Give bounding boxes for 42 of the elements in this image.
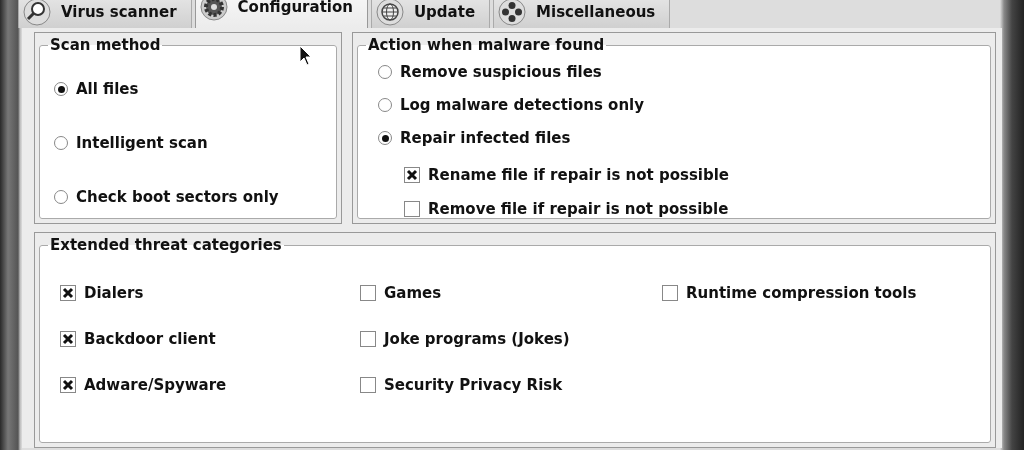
radio-button[interactable]: [54, 136, 68, 150]
checkbox[interactable]: [404, 167, 420, 183]
group-title: Scan method: [49, 36, 162, 54]
checkbox[interactable]: [360, 285, 376, 301]
tab[interactable]: Virus scanner: [18, 0, 192, 28]
tab[interactable]: Miscellaneous: [493, 0, 671, 28]
radio-button[interactable]: [378, 65, 392, 79]
option-label: Intelligent scan: [76, 134, 208, 152]
checkbox[interactable]: [662, 285, 678, 301]
checkbox[interactable]: [60, 377, 76, 393]
radio-button[interactable]: [54, 190, 68, 204]
checkbox[interactable]: [60, 285, 76, 301]
cluster-icon: [498, 0, 527, 26]
gear-icon: [199, 0, 228, 21]
option-label: Joke programs (Jokes): [384, 330, 570, 348]
option-label: Check boot sectors only: [76, 188, 279, 206]
option-label: Remove suspicious files: [400, 63, 602, 81]
option-label: Runtime compression tools: [686, 284, 917, 302]
checkbox[interactable]: [404, 201, 420, 217]
checkbox[interactable]: [360, 377, 376, 393]
option-label: Backdoor client: [84, 330, 216, 348]
option-label: Log malware detections only: [400, 96, 644, 114]
radio-button[interactable]: [378, 131, 392, 145]
tab[interactable]: Update: [370, 0, 491, 28]
checkbox[interactable]: [60, 331, 76, 347]
search-icon: [23, 0, 51, 26]
checkbox[interactable]: [360, 331, 376, 347]
option-label: Security Privacy Risk: [384, 376, 563, 394]
group-title: Action when malware found: [367, 36, 606, 54]
globe-icon: [375, 0, 404, 26]
option-label: Remove file if repair is not possible: [428, 200, 729, 218]
option-label: Repair infected files: [400, 129, 571, 147]
group-title: Extended threat categories: [49, 236, 283, 254]
option-label: Games: [384, 284, 442, 302]
option-label: Dialers: [84, 284, 144, 302]
tab[interactable]: Configuration: [194, 0, 368, 28]
radio-button[interactable]: [378, 98, 392, 112]
option-label: Adware/Spyware: [84, 376, 227, 394]
option-label: All files: [76, 80, 139, 98]
option-label: Rename file if repair is not possible: [428, 166, 730, 184]
radio-button[interactable]: [54, 82, 68, 96]
cursor-icon: [299, 45, 312, 67]
